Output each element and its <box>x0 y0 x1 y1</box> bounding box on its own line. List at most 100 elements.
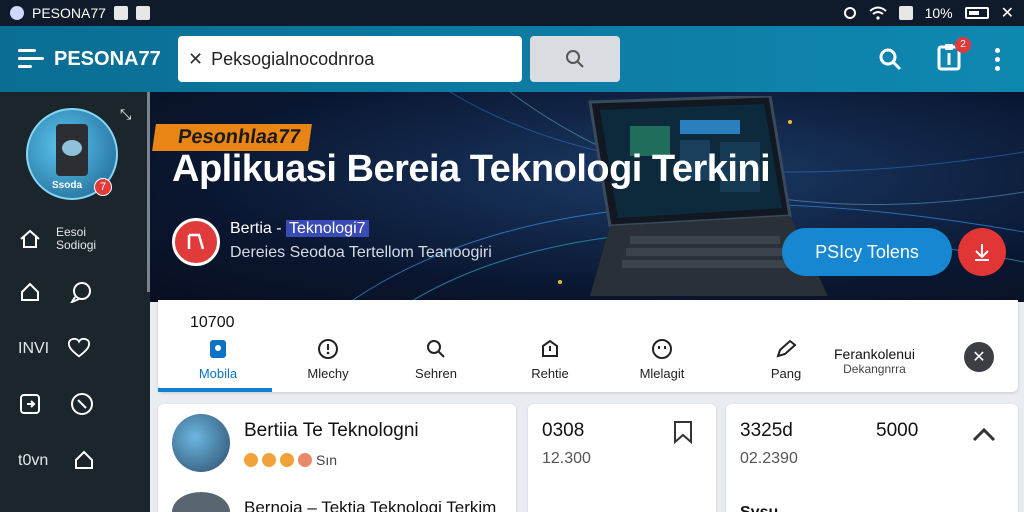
tab-label: Rehtie <box>531 366 569 381</box>
stat-card[interactable]: 0308 12.300 <box>528 404 716 512</box>
update-icon <box>542 339 558 357</box>
tab-rehtie[interactable]: Rehtie <box>494 338 606 381</box>
reaction-icon <box>298 453 312 467</box>
more-options-icon[interactable] <box>995 47 1000 71</box>
close-tabs-button[interactable]: ✕ <box>964 342 994 372</box>
sidebar-row-3: INVI <box>18 336 91 360</box>
search-bar[interactable]: ✕ <box>178 36 522 82</box>
tab-label: Mlelagit <box>639 366 685 381</box>
wifi-icon <box>868 6 887 20</box>
document-icon <box>135 6 150 20</box>
active-tab-indicator <box>158 388 272 392</box>
hero-banner[interactable]: Pesonhlaa77 Aplikuasi Bereia Teknologi T… <box>150 92 1024 302</box>
app-bar: PESONA77 ✕ 2 <box>0 26 1024 92</box>
source-logo <box>172 218 220 266</box>
sidebar-item-home[interactable]: Eesoi Sodiogi <box>18 226 96 252</box>
post-title[interactable]: Bernoia – Tektia Teknologi Terkim <box>244 498 496 512</box>
tab-search[interactable]: Sehren <box>380 338 492 381</box>
brand-name: PESONA77 <box>54 47 161 70</box>
reaction-icon <box>280 453 294 467</box>
status-bar: PESONA77 10% ✕ <box>0 0 1024 26</box>
stat-subvalue: 12.300 <box>542 450 591 467</box>
app-status-icon <box>10 6 24 20</box>
close-icon: ✕ <box>972 349 986 366</box>
tab-extra[interactable]: Ferankolenui Dekangnrra <box>834 346 915 376</box>
tab-label: Mlechy <box>307 366 349 381</box>
search-icon[interactable] <box>877 46 903 72</box>
tab-label: Pang <box>770 366 802 381</box>
house-icon[interactable] <box>18 280 42 304</box>
cta-button[interactable]: PSIcy Tolens <box>782 228 952 276</box>
clock-icon[interactable] <box>70 392 94 416</box>
mobile-icon <box>210 340 226 358</box>
collapse-sidebar-icon[interactable]: ⤡ <box>120 106 131 123</box>
sidebar-item-label: t0vn <box>18 451 49 469</box>
sidebar-row-4 <box>18 392 94 416</box>
tab-mlechy[interactable]: Mlechy <box>272 338 384 381</box>
battery-percent: 10% <box>924 5 953 21</box>
bookmark-icon[interactable] <box>672 420 694 444</box>
avatar-badge: 7 <box>94 178 112 196</box>
home-icon <box>18 227 42 251</box>
login-icon[interactable] <box>18 392 42 416</box>
post-title[interactable]: Bertiia Te Teknologni <box>244 420 419 442</box>
notifications-button[interactable]: 2 <box>937 36 971 76</box>
avatar-label: Ssoda <box>52 180 83 191</box>
share-button[interactable] <box>958 228 1006 276</box>
tabs-count: 10700 <box>190 314 235 331</box>
clear-search-icon[interactable]: ✕ <box>188 49 203 70</box>
info-icon <box>318 339 338 359</box>
tab-extra-title: Ferankolenui <box>834 346 915 362</box>
menu-icon[interactable] <box>18 49 44 69</box>
search-icon <box>427 340 445 358</box>
sidebar: Ssoda 7 ⤡ Eesoi Sodiogi INVI t0vn <box>0 92 150 512</box>
stat-value: 3325d <box>740 420 793 441</box>
feed-card[interactable]: Bertiia Te Teknologni Sın Bernoia – Tekt… <box>158 404 516 512</box>
reaction-icon <box>262 453 276 467</box>
battery-icon <box>964 7 989 19</box>
stat-value: 0308 <box>542 420 585 441</box>
mask-icon <box>652 339 672 359</box>
stat-tail: Sysu <box>740 504 778 512</box>
tab-label: Mobila <box>198 366 238 381</box>
chat-icon[interactable] <box>70 280 94 304</box>
hero-tag: Pesonhlaa77 <box>152 124 313 151</box>
search-input[interactable] <box>211 48 492 70</box>
tab-extra-subtitle: Dekangnrra <box>843 362 906 376</box>
category-tabs-card: 10700 Mobila Mlechy Sehren Rehtie Mlelag… <box>158 300 1018 392</box>
post-thumbnail <box>172 414 230 472</box>
notification-status-icon <box>898 6 913 20</box>
source-prefix: Bertia - <box>230 220 287 237</box>
image-icon <box>113 6 128 20</box>
download-icon <box>975 244 989 261</box>
source-line: Bertia - Teknologi7 <box>230 220 369 238</box>
reaction-label: Sın <box>316 452 338 468</box>
post-thumbnail <box>172 492 230 512</box>
tab-mobile[interactable]: Mobila <box>162 338 274 381</box>
notification-badge: 2 <box>955 36 971 53</box>
pen-icon <box>776 339 797 358</box>
close-icon[interactable]: ✕ <box>1001 3 1014 23</box>
brand[interactable]: PESONA77 <box>18 48 178 71</box>
source-highlight: Teknologi7 <box>286 220 369 237</box>
sidebar-item-label: Eesoi Sodiogi <box>56 225 97 252</box>
hero-title: Aplikuasi Bereia Teknologi Terkini <box>172 148 771 190</box>
device-image <box>56 124 88 176</box>
search-icon <box>566 50 584 68</box>
house-icon[interactable] <box>72 448 96 472</box>
reactions[interactable]: Sın <box>244 452 337 468</box>
tab-mlelagit[interactable]: Mlelagit <box>606 338 718 381</box>
tab-label: Sehren <box>415 366 457 381</box>
sidebar-row-5: t0vn <box>18 448 96 472</box>
alarm-icon <box>843 7 856 19</box>
sidebar-row-2 <box>18 280 94 304</box>
sidebar-item-label: INVI <box>18 339 50 357</box>
heart-icon[interactable] <box>67 336 91 360</box>
reaction-icon <box>244 453 258 467</box>
stat-value-2: 5000 <box>876 420 919 441</box>
stat-subvalue: 02.2390 <box>740 450 798 467</box>
chevron-up-icon[interactable] <box>972 426 996 442</box>
stat-card[interactable]: 3325d 5000 02.2390 Sysu <box>726 404 1018 512</box>
tab-pang[interactable]: Pang <box>730 338 842 381</box>
search-button[interactable] <box>530 36 620 82</box>
